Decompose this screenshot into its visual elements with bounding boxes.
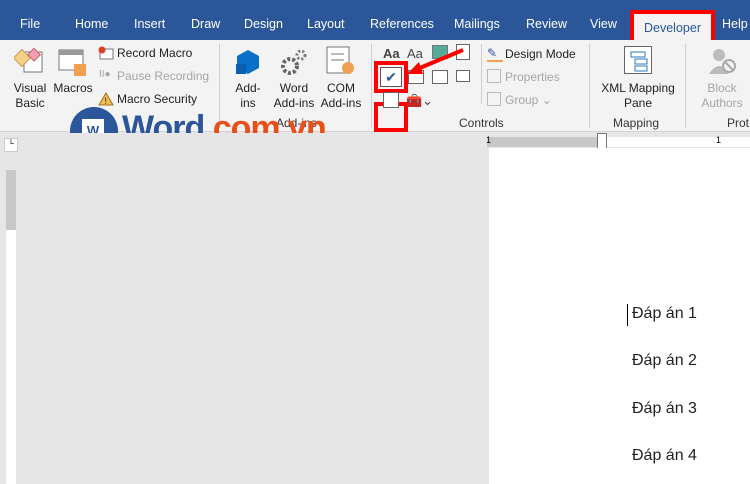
block-authors-icon [707,46,737,76]
tab-mailings[interactable]: Mailings [454,17,500,31]
mapping-group-label: Mapping [613,116,660,130]
ruler-number: 1 [716,135,722,145]
red-arrow-icon [407,48,464,74]
document-page[interactable]: Đáp án 1 Đáp án 2 Đáp án 3 Đáp án 4 [489,148,750,484]
word-addins-button[interactable]: Word Add-ins [270,81,318,111]
tab-review[interactable]: Review [526,17,567,31]
macros-button[interactable]: Macros [52,81,94,96]
controls-group-label: Controls [459,116,504,130]
tab-layout[interactable]: Layout [307,17,345,31]
answer-line[interactable]: Đáp án 2 [632,352,697,370]
visual-basic-icon [12,47,44,76]
gears-icon [280,48,308,76]
ruler-margin [487,137,600,147]
checkbox-control-icon[interactable]: ✔ [374,61,408,93]
warning-icon: ! [98,92,114,106]
answer-line[interactable]: Đáp án 4 [632,447,697,465]
tab-selector[interactable]: └ [4,138,18,152]
addins-icon [234,48,262,76]
group-button[interactable]: Group ⌄ [505,93,552,108]
xml-mapping-pane-button[interactable]: XML Mapping Pane [595,81,681,111]
vertical-ruler-margin [6,170,16,230]
design-mode-button[interactable]: Design Mode [505,47,576,62]
visual-basic-button[interactable]: Visual Basic [8,81,52,111]
properties-icon [487,69,501,83]
record-macro-icon [98,46,114,60]
pause-icon: II● [99,69,111,80]
properties-button[interactable]: Properties [505,70,560,85]
tab-draw[interactable]: Draw [191,17,220,31]
record-macro-button[interactable]: Record Macro [117,46,192,61]
tab-home[interactable]: Home [75,17,108,31]
legacy-tools-icon[interactable]: 🧰⌄ [406,93,433,109]
text-cursor [627,304,628,326]
svg-text:!: ! [105,96,108,106]
vertical-ruler[interactable] [6,230,16,484]
tab-view[interactable]: View [590,17,617,31]
tab-references[interactable]: References [370,17,434,31]
group-label: Group [505,93,539,107]
group-icon [487,92,501,106]
macros-icon [58,48,88,78]
tab-developer[interactable]: Developer [630,10,715,44]
tab-help[interactable]: Help [722,17,748,31]
pause-recording-button[interactable]: Pause Recording [117,69,209,84]
ruler-number: 1 [486,135,492,145]
xml-mapping-icon [624,46,652,74]
ribbon-tabs: File Home Insert Draw Design Layout Refe… [0,0,750,44]
repeating-section-icon[interactable] [383,92,399,108]
com-addins-button[interactable]: COM Add-ins [318,81,364,111]
block-authors-button[interactable]: Block Authors [692,81,750,111]
protect-group-label: Prot [727,116,750,130]
horizontal-ruler[interactable] [602,137,750,147]
design-mode-icon: ✎ [487,46,503,62]
answer-line[interactable]: Đáp án 3 [632,400,697,418]
macro-security-button[interactable]: Macro Security [117,92,197,107]
com-addins-icon [326,46,356,76]
tab-file[interactable]: File [20,17,40,31]
answer-line[interactable]: Đáp án 1 [632,305,697,323]
addins-button[interactable]: Add-ins [230,81,266,111]
tab-design[interactable]: Design [244,17,283,31]
tab-insert[interactable]: Insert [134,17,165,31]
rich-text-control[interactable]: Aa [383,46,400,61]
